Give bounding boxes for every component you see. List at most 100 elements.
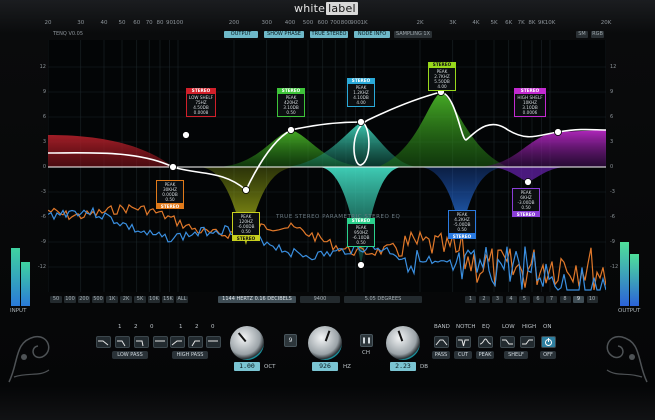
range-button-500[interactable]: 500	[92, 296, 104, 303]
db-tick-right: 9	[610, 89, 614, 95]
sm-button[interactable]: SM	[576, 31, 588, 38]
high-shelf-button[interactable]	[520, 336, 535, 348]
bandpass-button[interactable]	[434, 336, 449, 348]
low-shelf-button[interactable]	[500, 336, 515, 348]
hp-slope-1-button[interactable]	[170, 336, 185, 348]
rgb-button[interactable]: RGB	[591, 31, 604, 38]
node-tag-2[interactable]: PEAK 120HZ -6.00DB 0.50 STEREO	[232, 212, 260, 241]
freq-tick-label: 900	[350, 20, 361, 26]
shelf-label[interactable]: SHELF	[504, 351, 528, 359]
band-index-button[interactable]: 9	[284, 334, 297, 347]
node-tag-line: 0.0008	[193, 110, 209, 115]
freq-tick-label: 20K	[600, 20, 612, 26]
bottom-toolbar: 1144 HERTZ 0.16 DECIBELS 9400 5.05 DEGRE…	[48, 296, 606, 304]
band-select-1[interactable]: 1	[465, 296, 476, 303]
hp-slope-2-button[interactable]	[188, 336, 203, 348]
range-button-50[interactable]: 50	[50, 296, 62, 303]
db-tick-left: -6	[41, 214, 46, 220]
node-tag-5[interactable]: STEREO PEAK 1.2KHZ 4.10DB 4.00	[347, 78, 375, 107]
hp-slope-3-button[interactable]	[206, 336, 221, 348]
band-select-6[interactable]: 6	[532, 296, 544, 303]
low-pass-label[interactable]: LOW PASS	[112, 351, 148, 359]
slope-icon	[171, 340, 182, 346]
db-tick-right: 6	[610, 114, 614, 120]
notch-cut-label[interactable]: CUT	[454, 351, 472, 359]
band-select-10[interactable]: 10	[586, 296, 598, 303]
node-info-button[interactable]: NODE INFO	[354, 31, 390, 38]
band-select-8[interactable]: 8	[559, 296, 571, 303]
db-tick-left: 6	[42, 114, 46, 120]
node-tag-4[interactable]: STEREO PEAK 950HZ -6.10DB 0.50	[347, 218, 375, 247]
range-button-5k[interactable]: 5K	[134, 296, 146, 303]
channel-label: CH	[362, 350, 370, 356]
db-tick-left: -9	[41, 239, 46, 245]
node-tag-8[interactable]: PEAK 6KHZ -3.00DB 0.50 STEREO	[512, 188, 540, 217]
range-button-100[interactable]: 100	[64, 296, 76, 303]
eq-graph-canvas	[48, 40, 606, 292]
freq-tick-label: 8K	[528, 20, 536, 26]
band-select-7[interactable]: 7	[546, 296, 557, 303]
eq-graph[interactable]: PEAK 30KHZ 0.00DB 0.50 STEREO STEREO LOW SH…	[48, 40, 606, 292]
range-button-2k[interactable]: 2K	[120, 296, 132, 303]
freq-tick-label: 700	[329, 20, 341, 26]
db-tick-left: 0	[42, 164, 46, 170]
frequency-knob[interactable]	[308, 326, 342, 360]
band-select-9[interactable]: 9	[573, 296, 584, 303]
brand-label: label	[326, 2, 358, 15]
lp-slope-3-button[interactable]	[134, 336, 149, 348]
notch-button[interactable]	[456, 336, 471, 348]
show-phase-button[interactable]: SHOW PHASE	[264, 31, 304, 38]
db-tick-left: -3	[41, 189, 46, 195]
range-button-all[interactable]: ALL	[176, 296, 188, 303]
band-select-2[interactable]: 2	[478, 296, 490, 303]
band-select-5[interactable]: 5	[519, 296, 530, 303]
slope-icon	[136, 340, 144, 347]
octave-value[interactable]: 1.00	[234, 362, 260, 371]
band-header-high: HIGH	[522, 324, 537, 330]
watermark-text: TRUE STEREO PARAMETRIC STEREO EQ	[276, 214, 401, 220]
range-button-15k[interactable]: 15K	[162, 296, 174, 303]
freq-tick-label: 1K	[360, 20, 368, 26]
node-tag-0[interactable]: PEAK 30KHZ 0.00DB 0.50 STEREO	[156, 180, 184, 209]
db-tick-right: 12	[610, 64, 617, 70]
peak-button[interactable]	[478, 336, 493, 348]
eq-plugin-window: white label 20 30 40 50 60 70 80 90 100 200 300 400 5…	[0, 0, 655, 420]
lp-num-0: 0	[150, 324, 154, 330]
slope-icon	[191, 340, 200, 347]
db-tick-right: 0	[610, 164, 614, 170]
eq-peak-label[interactable]: PEAK	[476, 351, 494, 359]
band-select-4[interactable]: 4	[505, 296, 517, 303]
lp-slope-1-button[interactable]	[96, 336, 111, 348]
node-tag-7[interactable]: PEAK 4.2KHZ -5.00DB 0.50 STEREO	[448, 210, 476, 239]
output-meter-right	[630, 254, 639, 306]
band-on-button[interactable]	[541, 336, 556, 348]
db-tick-left: 3	[42, 139, 46, 145]
node-tag-6[interactable]: STEREO PEAK 2.7KHZ 5.50DB 4.00	[428, 62, 456, 91]
node-tag-1[interactable]: STEREO LOW SHELF 75HZ 4.50DB 0.0008	[186, 88, 216, 117]
pause-icon[interactable]: ❚❚	[360, 334, 373, 347]
gain-value[interactable]: 2.23	[390, 362, 416, 371]
band-select-3[interactable]: 3	[492, 296, 503, 303]
node-tag-line: 4.00	[356, 100, 366, 105]
octave-knob[interactable]	[230, 326, 264, 360]
range-button-1k[interactable]: 1K	[106, 296, 118, 303]
node-tag-9[interactable]: STEREO HIGH SHELF 10KHZ 3.10DB 0.0006	[514, 88, 546, 117]
high-pass-label[interactable]: HIGH PASS	[172, 351, 208, 359]
range-button-10k[interactable]: 10K	[148, 296, 160, 303]
node-tag-3[interactable]: STEREO PEAK 420HZ 3.10DB 0.50	[277, 88, 305, 117]
freq-tick-label: 20	[44, 20, 52, 26]
gain-knob[interactable]	[386, 326, 420, 360]
high-shelf-icon	[522, 339, 533, 345]
freq-tick-label: 300	[261, 20, 273, 26]
lp-slope-2-button[interactable]	[115, 336, 130, 348]
off-label[interactable]: OFF	[540, 351, 556, 359]
true-stereo-button[interactable]: TRUE STEREO	[310, 31, 348, 38]
output-button[interactable]: OUTPUT	[224, 31, 258, 38]
lp-slope-4-button[interactable]	[153, 336, 168, 348]
band-pass-label[interactable]: PASS	[432, 351, 450, 359]
frequency-value[interactable]: 926	[312, 362, 338, 371]
freq-tick-label: 60	[133, 20, 141, 26]
range-button-200[interactable]: 200	[78, 296, 90, 303]
sampling-button[interactable]: SAMPLING 1X	[394, 31, 432, 38]
frequency-scale-top: 20 30 40 50 60 70 80 90 100 200 300 400 500 600 700 800…	[44, 20, 612, 30]
